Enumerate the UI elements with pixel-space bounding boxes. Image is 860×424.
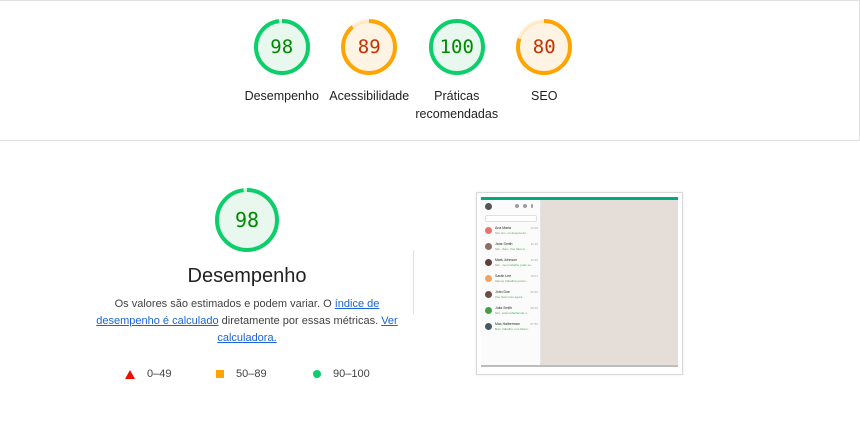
performance-section: 98 Desempenho Os valores são estimados e…	[92, 187, 402, 347]
contact-avatar	[485, 227, 492, 234]
contact-message: Sim, está trabalhando n...	[495, 311, 530, 315]
contact-avatar	[485, 291, 492, 298]
contact-row: Sarah Lee Vamos trabalhar juntos... 10:01	[481, 272, 540, 288]
contact-avatar	[485, 275, 492, 282]
score-gauge-3[interactable]: 100 Práticas recomendadas	[413, 17, 501, 123]
page-screenshot-thumbnail[interactable]: Ana Maria Sim sim, eu desenvolvi... 12:00 J…	[476, 192, 683, 375]
legend-item-average: 50–89	[216, 368, 313, 380]
contact-name: Sarah Lee	[495, 274, 512, 278]
contact-message: Bom trabalho, nos falam...	[495, 327, 531, 331]
contact-avatar	[485, 323, 492, 330]
contact-name: Mark Johnson	[495, 258, 517, 262]
gauge-label: Desempenho	[244, 89, 319, 103]
green-circle-icon	[313, 370, 321, 378]
gauge-label: SEO	[531, 89, 558, 103]
gauge-score: 98	[270, 36, 294, 58]
contact-message: Vou fazer isso agora...	[495, 295, 525, 299]
performance-description: Os valores são estimados e podem variar.…	[92, 296, 402, 347]
chat-search-input	[485, 215, 537, 222]
bottom-bar	[481, 365, 678, 367]
score-summary: 98 Desempenho 89 Acessibilidade 100 Práticas …	[238, 17, 588, 123]
contact-name: John Doe	[495, 290, 510, 294]
performance-score: 98	[234, 208, 260, 232]
red-triangle-icon	[125, 369, 135, 379]
gauge-circle: 89	[339, 17, 399, 77]
status-icon	[515, 204, 519, 208]
contact-message: Sim, meu trabalho pode se...	[495, 263, 534, 267]
chat-sidebar: Ana Maria Sim sim, eu desenvolvi... 12:00 J…	[481, 200, 541, 367]
description-text-2: diretamente por essas métricas.	[218, 315, 382, 327]
sidebar-header	[481, 200, 540, 212]
contact-time: 11:10	[530, 242, 538, 246]
legend-range-pass: 90–100	[333, 368, 370, 380]
contact-row: Mark Johnson Sim, meu trabalho pode se...…	[481, 256, 540, 272]
contact-time: 10:45	[530, 258, 538, 262]
menu-icon	[531, 204, 533, 208]
contact-time: 10:01	[530, 274, 538, 278]
performance-title: Desempenho	[187, 265, 307, 287]
gauge-circle: 98	[252, 17, 312, 77]
legend-range-average: 50–89	[236, 368, 267, 380]
chat-icon	[523, 204, 527, 208]
performance-gauge: 98	[214, 187, 280, 253]
description-text-1: Os valores são estimados e podem variar.…	[114, 298, 335, 310]
gauge-score: 89	[357, 36, 381, 58]
orange-square-icon	[216, 370, 224, 378]
contact-time: 07:55	[530, 322, 538, 326]
screenshot-content: Ana Maria Sim sim, eu desenvolvi... 12:00 J…	[481, 197, 678, 367]
contact-row: John Doe Vou fazer isso agora... 09:30	[481, 288, 540, 304]
contact-time: 12:00	[530, 226, 538, 230]
section-divider	[0, 140, 860, 141]
contact-message: Sim, claro. Vou falar pi...	[495, 247, 528, 251]
gauge-score: 100	[439, 36, 474, 58]
score-gauge-1[interactable]: 98 Desempenho	[238, 17, 326, 123]
contact-row: Julia Smith Sim, está trabalhando n... 08:…	[481, 304, 540, 320]
gauge-circle: 80	[514, 17, 574, 77]
contact-name: Ana Maria	[495, 226, 511, 230]
contact-avatar	[485, 243, 492, 250]
contact-message: Vamos trabalhar juntos...	[495, 279, 529, 283]
contact-row: Max Halberman Bom trabalho, nos falam... 0…	[481, 320, 540, 336]
contact-avatar	[485, 307, 492, 314]
contact-name: Max Halberman	[495, 322, 520, 326]
contact-time: 09:30	[530, 290, 538, 294]
vertical-divider	[413, 250, 414, 314]
contact-message: Sim sim, eu desenvolvi...	[495, 231, 529, 235]
gauge-score: 80	[532, 36, 556, 58]
gauge-circle: 100	[427, 17, 487, 77]
contact-time: 08:15	[530, 306, 538, 310]
contact-name: Julia Smith	[495, 306, 513, 310]
contact-name: Jane Smith	[495, 242, 513, 246]
chat-area	[541, 200, 678, 367]
score-gauge-4[interactable]: 80 SEO	[501, 17, 589, 123]
score-gauge-2[interactable]: 89 Acessibilidade	[326, 17, 414, 123]
legend-range-fail: 0–49	[147, 368, 172, 380]
legend-item-pass: 90–100	[313, 368, 370, 380]
profile-avatar	[485, 203, 492, 210]
gauge-label: Práticas recomendadas	[415, 89, 499, 121]
legend-item-fail: 0–49	[125, 368, 216, 380]
score-legend: 0–49 50–89 90–100	[125, 368, 370, 380]
contact-avatar	[485, 259, 492, 266]
contact-row: Ana Maria Sim sim, eu desenvolvi... 12:00	[481, 224, 540, 240]
contact-row: Jane Smith Sim, claro. Vou falar pi... 11:…	[481, 240, 540, 256]
top-border	[0, 0, 860, 1]
gauge-label: Acessibilidade	[329, 89, 410, 103]
contact-list: Ana Maria Sim sim, eu desenvolvi... 12:00 J…	[481, 224, 540, 336]
